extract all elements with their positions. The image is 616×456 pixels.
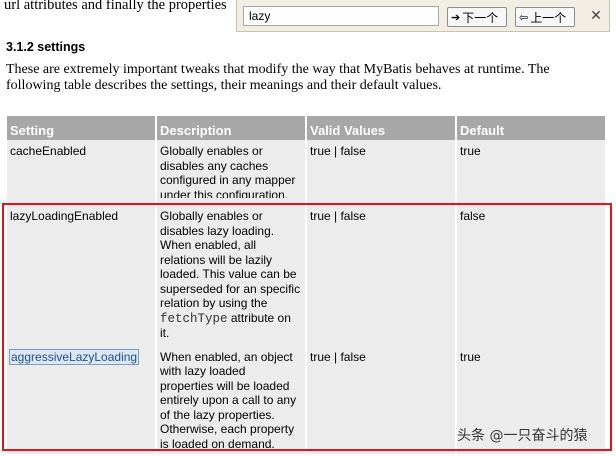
description-cell: When enabled, an object with lazy loaded… xyxy=(157,343,305,454)
setting-description: Globally enables or disables lazy loadin… xyxy=(160,209,301,310)
setting-name-cell: aggressiveLazyLoading xyxy=(7,343,155,454)
setting-name: lazyLoadingEnabled xyxy=(10,209,119,223)
setting-name-cell: cacheEnabled xyxy=(7,140,155,201)
valid-values-cell: true | false xyxy=(307,201,455,344)
table-row: lazyLoadingEnabled Globally enables or d… xyxy=(7,201,605,344)
setting-name-selected[interactable]: aggressiveLazyLoading xyxy=(9,348,140,365)
arrow-left-icon: ⇦ xyxy=(519,11,529,24)
setting-name: cacheEnabled xyxy=(10,144,87,158)
find-prev-label: 上一个 xyxy=(530,10,567,25)
table-header-row: Setting Description Valid Values Default xyxy=(7,116,605,140)
valid-values: true | false xyxy=(310,209,366,223)
description-cell: Globally enables or disables lazy loadin… xyxy=(157,201,305,344)
column-header-valid-values: Valid Values xyxy=(307,116,455,140)
settings-table: Setting Description Valid Values Default… xyxy=(5,116,607,454)
description-cell: Globally enables or disables any caches … xyxy=(157,140,305,201)
arrow-right-icon: ➔ xyxy=(451,11,461,24)
table-row: cacheEnabled Globally enables or disable… xyxy=(7,140,605,201)
watermark: 头条 @一只奋斗的猿 xyxy=(457,428,588,444)
setting-name-cell: lazyLoadingEnabled xyxy=(7,201,155,344)
column-header-setting: Setting xyxy=(7,116,155,140)
intro-text-fragment: url attributes and finally the propertie… xyxy=(4,0,227,13)
find-next-label: 下一个 xyxy=(462,10,499,25)
find-input[interactable] xyxy=(243,6,439,26)
setting-description: When enabled, an object with lazy loaded… xyxy=(160,349,297,451)
setting-description: Globally enables or disables any caches … xyxy=(160,144,296,198)
code-fetchtype: fetchType xyxy=(160,311,228,326)
default-value: false xyxy=(460,209,486,223)
section-paragraph: These are extremely important tweaks tha… xyxy=(6,62,550,93)
column-header-default: Default xyxy=(457,116,605,140)
valid-values-cell: true | false xyxy=(307,343,455,454)
find-next-button[interactable]: ➔ 下一个 xyxy=(447,7,507,27)
default-cell: false xyxy=(457,201,605,344)
valid-values-cell: true | false xyxy=(307,140,455,201)
default-value: true xyxy=(460,144,481,158)
section-heading: 3.1.2 settings xyxy=(6,40,86,54)
find-bar: ➔ 下一个 ⇦ 上一个 ✕ xyxy=(236,0,610,32)
valid-values: true | false xyxy=(310,349,366,364)
close-icon[interactable]: ✕ xyxy=(587,6,605,26)
default-cell: true xyxy=(457,140,605,201)
find-prev-button[interactable]: ⇦ 上一个 xyxy=(515,7,575,27)
valid-values: true | false xyxy=(310,144,366,158)
default-value: true xyxy=(460,349,481,364)
column-header-description: Description xyxy=(157,116,305,140)
